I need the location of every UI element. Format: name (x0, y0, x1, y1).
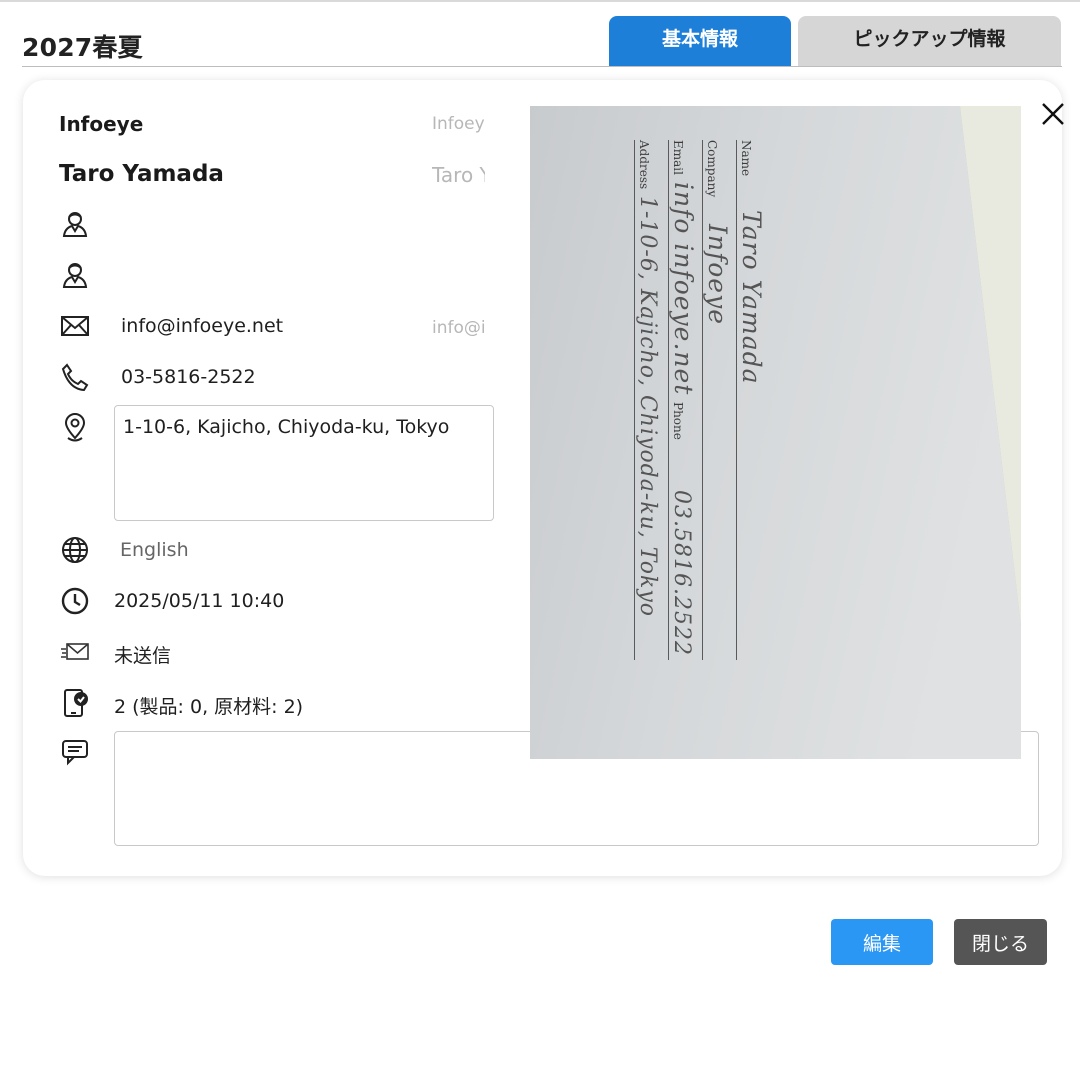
name-row: Taro Yamada Taro Yamada (23, 160, 523, 194)
header: 2027春夏 基本情報 ピックアップ情報 (22, 14, 1062, 68)
top-divider (0, 0, 1080, 2)
handwriting-email: info infoeye.net (669, 182, 698, 396)
mail-send-icon (59, 636, 91, 668)
form-label-address: Address (637, 140, 651, 190)
paper-sheet (530, 106, 1021, 759)
handwriting-name: Taro Yamada (737, 210, 766, 385)
close-icon[interactable] (1037, 98, 1069, 130)
globe-icon (59, 534, 91, 566)
form-line-company: Company Infoeye (702, 140, 732, 660)
page-title: 2027春夏 (22, 33, 143, 62)
phone-icon (59, 361, 91, 393)
company-name-alt: Infoeye (432, 114, 485, 134)
form-label-email: Email (671, 140, 685, 175)
handwriting-phone: 03.5816.2522 (669, 490, 694, 656)
form-line-address: Address 1-10-6, Kajicho, Chiyoda-ku, Tok… (634, 140, 664, 660)
handwritten-form: Name Taro Yamada Company Infoeye Email i… (616, 140, 766, 720)
form-line-email: Email info infoeye.net Phone 03.5816.252… (668, 140, 698, 660)
company-row: Infoeye Infoeye (23, 110, 523, 140)
location-pin-icon (59, 412, 91, 444)
clock-icon (59, 585, 91, 617)
close-button[interactable]: 閉じる (954, 919, 1047, 965)
handwriting-company: Infoeye (703, 224, 732, 325)
form-label-name: Name (739, 140, 753, 177)
person-icon (59, 259, 91, 291)
edit-button[interactable]: 編集 (831, 919, 933, 965)
form-line-name: Name Taro Yamada (736, 140, 766, 660)
person-name: Taro Yamada (59, 161, 224, 187)
company-name: Infoeye (59, 112, 144, 136)
email-alt: info@infoeye.net (432, 318, 485, 338)
chat-bubble-icon (59, 736, 91, 768)
person-icon (59, 208, 91, 240)
contact-detail-screen: 2027春夏 基本情報 ピックアップ情報 Infoeye Infoeye Tar… (0, 0, 1080, 1080)
device-check-icon (59, 687, 91, 719)
contact-card: Infoeye Infoeye Taro Yamada Taro Yamada (23, 80, 1064, 876)
form-label-company: Company (705, 140, 719, 198)
datetime-value: 2025/05/11 10:40 (114, 590, 285, 612)
products-value: 2 (製品: 0, 原材料: 2) (114, 696, 304, 718)
address-field[interactable]: 1-10-6, Kajicho, Chiyoda-ku, Tokyo (114, 405, 494, 521)
mail-status-value: 未送信 (114, 645, 172, 667)
header-divider (22, 66, 1062, 67)
tab-pickup-info[interactable]: ピックアップ情報 (798, 16, 1061, 67)
mail-icon (59, 310, 91, 342)
form-label-phone: Phone (671, 402, 685, 440)
email-value[interactable]: info@infoeye.net (121, 315, 283, 337)
person-name-alt: Taro Yamada (432, 163, 485, 187)
language-value[interactable]: English (120, 539, 189, 561)
handwriting-address: 1-10-6, Kajicho, Chiyoda-ku, Tokyo (635, 196, 660, 618)
scanned-card-image: Name Taro Yamada Company Infoeye Email i… (530, 106, 1021, 759)
tab-basic-info[interactable]: 基本情報 (609, 16, 791, 67)
phone-value[interactable]: 03-5816-2522 (121, 366, 256, 388)
